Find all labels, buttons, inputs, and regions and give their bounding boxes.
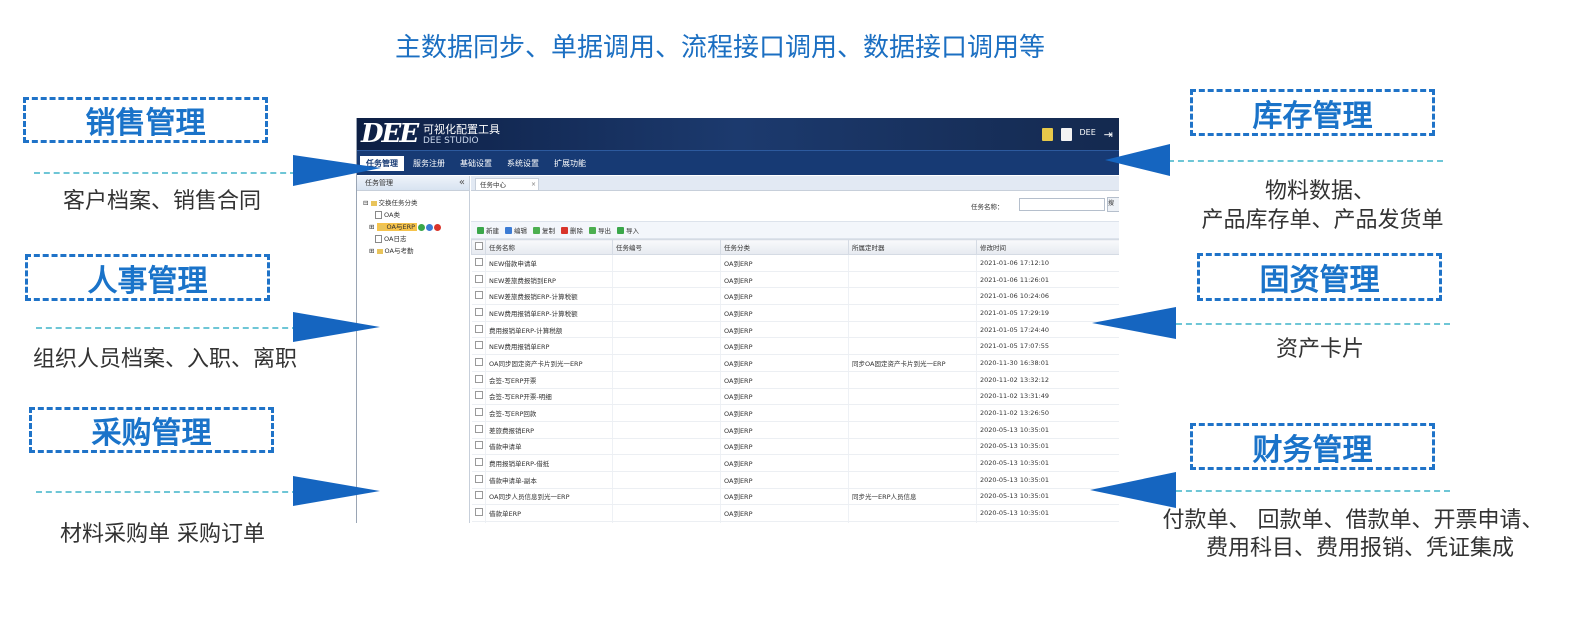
arrows-layer [293, 144, 1176, 508]
arrow-hr [293, 312, 380, 342]
arrow-assets [1092, 307, 1176, 339]
arrow-sales [293, 155, 381, 186]
arrow-inventory [1105, 144, 1170, 176]
arrow-purchase [293, 476, 380, 506]
arrow-finance [1090, 472, 1176, 508]
